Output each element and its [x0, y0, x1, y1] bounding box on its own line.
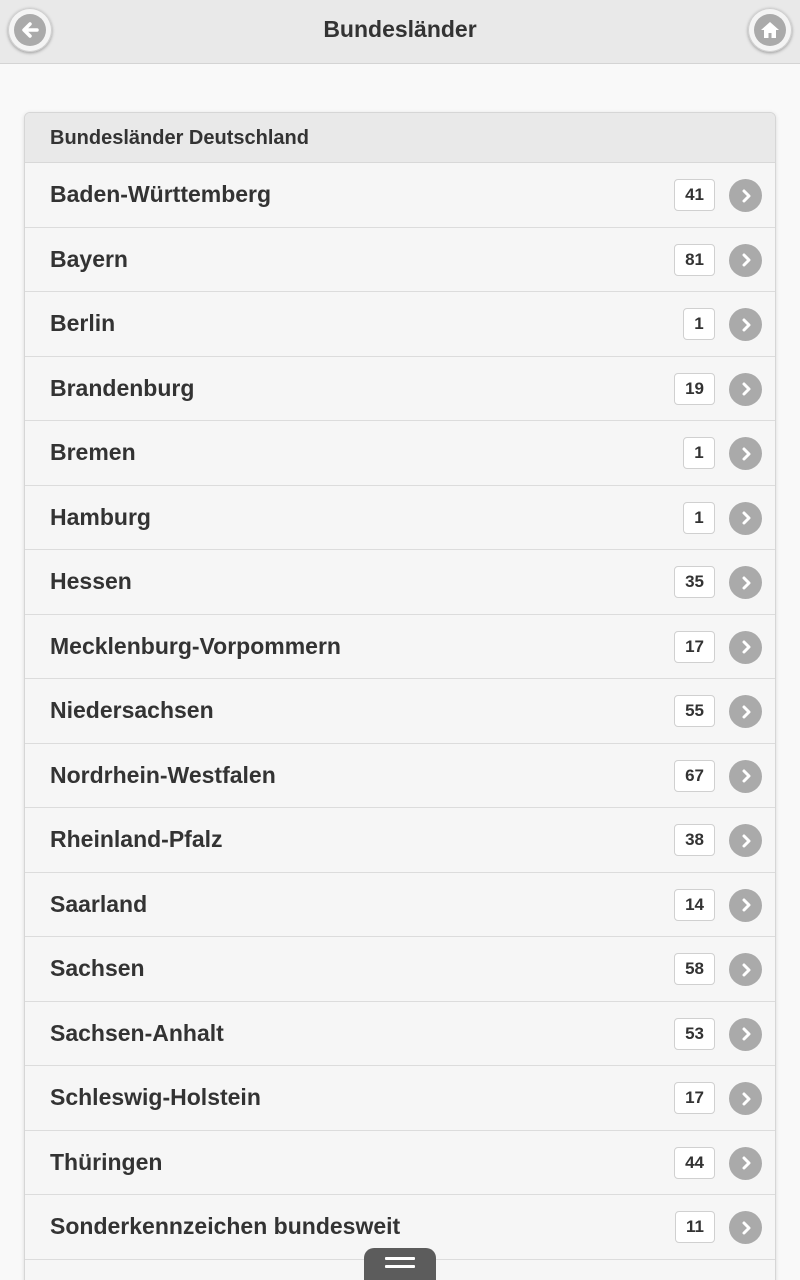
count-badge: 1 — [683, 501, 715, 534]
list-item-label: Berlin — [50, 310, 116, 336]
list-item-label: Saarland — [50, 890, 148, 917]
menu-toggle-button[interactable] — [364, 1248, 436, 1280]
list-item[interactable]: Bayern 81 — [25, 227, 775, 292]
count-badge: 11 — [675, 1211, 715, 1243]
hamburger-menu-icon — [385, 1257, 415, 1273]
chevron-right-icon[interactable] — [729, 1146, 762, 1180]
count-badge: 58 — [674, 953, 715, 985]
list-item[interactable]: Rheinland-Pfalz 38 — [25, 808, 775, 873]
list-heading: Bundesländer Deutschland — [25, 113, 775, 163]
list-item-label: Nordrhein-Westfalen — [50, 761, 276, 788]
list-item[interactable]: Sachsen-Anhalt 53 — [25, 1001, 775, 1066]
chevron-right-icon[interactable] — [729, 372, 762, 406]
home-icon — [754, 14, 786, 46]
list-item[interactable]: Hamburg 1 — [25, 485, 775, 550]
list-item-label: Bremen — [50, 439, 136, 465]
count-badge: 53 — [674, 1017, 715, 1050]
count-badge: 55 — [674, 695, 715, 727]
page-title: Bundesländer — [323, 16, 477, 42]
list-item-label: Niedersachsen — [50, 697, 214, 723]
chevron-right-icon[interactable] — [729, 308, 762, 341]
list-item-label: Thüringen — [50, 1148, 163, 1175]
chevron-right-icon[interactable] — [729, 695, 762, 728]
chevron-right-icon[interactable] — [729, 243, 762, 277]
chevron-right-icon[interactable] — [729, 179, 762, 212]
list-item[interactable]: Bremen 1 — [25, 421, 775, 486]
chevron-right-icon[interactable] — [729, 888, 762, 922]
chevron-right-icon[interactable] — [729, 437, 762, 470]
list-item[interactable]: Hessen 35 — [25, 550, 775, 615]
count-badge: 1 — [683, 437, 715, 469]
count-badge: 44 — [674, 1146, 715, 1179]
count-badge: 41 — [674, 179, 715, 211]
list-item[interactable]: Mecklenburg-Vorpommern 17 — [25, 614, 775, 679]
list-item-label: Sachsen — [50, 955, 145, 981]
list-item[interactable]: Saarland 14 — [25, 872, 775, 937]
app-header: Bundesländer — [0, 0, 800, 64]
list-item-label: Rheinland-Pfalz — [50, 826, 223, 852]
list-item-label: Brandenburg — [50, 374, 195, 401]
count-badge: 81 — [674, 243, 715, 276]
chevron-right-icon[interactable] — [729, 824, 762, 857]
count-badge: 19 — [674, 372, 715, 405]
chevron-right-icon[interactable] — [729, 1082, 762, 1115]
count-badge: 67 — [674, 759, 715, 792]
list-item[interactable]: Schleswig-Holstein 17 — [25, 1066, 775, 1131]
count-badge: 38 — [674, 824, 715, 856]
list-item-label: Sonderkennzeichen bundesweit — [50, 1213, 401, 1239]
home-button[interactable] — [748, 8, 792, 52]
chevron-right-icon[interactable] — [729, 1017, 762, 1051]
list-item[interactable]: Berlin 1 — [25, 292, 775, 357]
bundeslaender-list: Bundesländer Deutschland Baden-Württembe… — [24, 112, 776, 1280]
list-item-label: Sachsen-Anhalt — [50, 1019, 224, 1046]
list-item-label: Bayern — [50, 245, 128, 272]
list-item[interactable]: Brandenburg 19 — [25, 356, 775, 421]
count-badge: 17 — [674, 630, 715, 663]
count-badge: 14 — [674, 888, 715, 921]
count-badge: 1 — [683, 308, 715, 340]
list-item-label: Mecklenburg-Vorpommern — [50, 632, 341, 659]
list-item[interactable]: Sachsen 58 — [25, 937, 775, 1002]
list-item-label: Schleswig-Holstein — [50, 1084, 261, 1110]
chevron-right-icon[interactable] — [729, 566, 762, 599]
chevron-right-icon[interactable] — [729, 630, 762, 664]
list-item[interactable]: Thüringen 44 — [25, 1130, 775, 1195]
chevron-right-icon[interactable] — [729, 1211, 762, 1244]
list-item-label: Hamburg — [50, 503, 151, 530]
list-item[interactable]: Baden-Württemberg 41 — [25, 163, 775, 228]
count-badge: 35 — [674, 566, 715, 598]
count-badge: 17 — [674, 1082, 715, 1114]
list-item[interactable]: Niedersachsen 55 — [25, 679, 775, 744]
chevron-right-icon[interactable] — [729, 501, 762, 535]
list-item-label: Hessen — [50, 568, 132, 594]
list-item-label: Baden-Württemberg — [50, 181, 272, 207]
chevron-right-icon[interactable] — [729, 953, 762, 986]
list-item[interactable]: Nordrhein-Westfalen 67 — [25, 743, 775, 808]
chevron-right-icon[interactable] — [729, 759, 762, 793]
